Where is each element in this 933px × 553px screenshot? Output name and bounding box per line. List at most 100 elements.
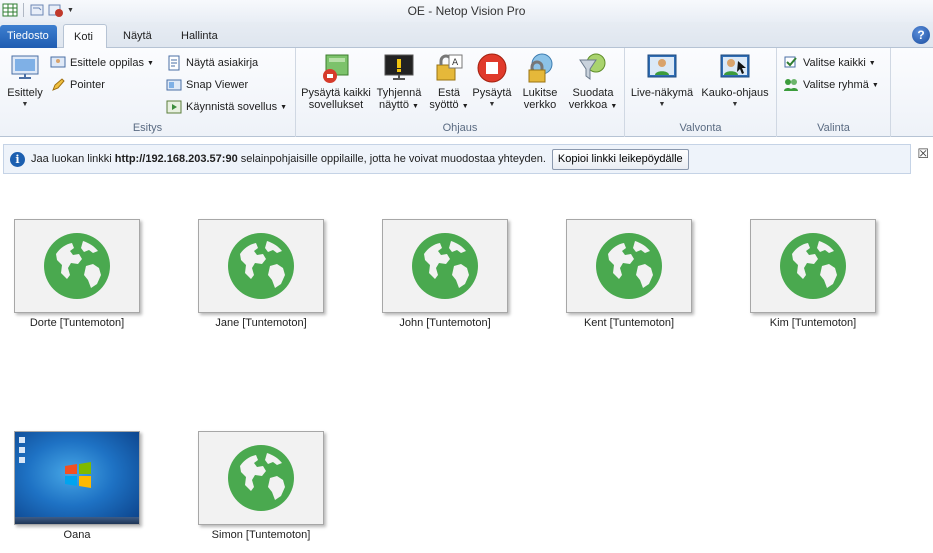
ribbon-tabs: Tiedosto Koti Näytä Hallinta — [0, 22, 933, 49]
chevron-down-icon: ▼ — [658, 101, 666, 108]
tyhjenna-naytto-button[interactable]: Tyhjennä näyttö ▼ — [374, 52, 424, 113]
student-tile[interactable]: Jane [Tuntemoton] — [198, 219, 324, 329]
valitse-kaikki-button[interactable]: Valitse kaikki ▼ — [783, 53, 876, 73]
windows-logo-icon — [65, 462, 91, 488]
student-name: John [Tuntemoton] — [399, 317, 491, 329]
tab-nayta[interactable]: Näytä — [113, 24, 162, 48]
esittele-oppilas-button[interactable]: Esittele oppilas ▼ — [50, 53, 154, 73]
tyhjenna-label-2: näyttö ▼ — [379, 99, 419, 111]
student-thumbnail[interactable] — [198, 219, 324, 313]
student-tile[interactable]: Dorte [Tuntemoton] — [14, 219, 140, 329]
student-tile[interactable]: Kim [Tuntemoton] — [750, 219, 876, 329]
web-filter-icon — [579, 53, 606, 80]
select-all-icon — [784, 56, 797, 68]
live-view-icon — [647, 54, 677, 78]
student-name: Simon [Tuntemoton] — [211, 529, 311, 541]
student-thumbnail[interactable] — [382, 219, 508, 313]
student-name: Kim [Tuntemoton] — [769, 317, 857, 329]
live-label: Live-näkymä — [630, 87, 694, 99]
student-name: Kent [Tuntemoton] — [583, 317, 675, 329]
pysayta-button[interactable]: Pysäytä ▼ — [472, 52, 512, 111]
desktop-shortcut-icon — [19, 437, 25, 443]
student-tile[interactable]: Simon [Tuntemoton] — [198, 431, 324, 541]
copy-link-button[interactable]: Kopioi linkki leikepöydälle — [551, 148, 689, 170]
group-label-ohjaus: Ohjaus — [442, 122, 478, 134]
esittele-oppilas-label: Esittele oppilas — [70, 57, 144, 69]
group-valvonta: Live-näkymä ▼ Kauko-ohjaus ▼ Valvonta — [625, 48, 777, 137]
window-title: OE - Netop Vision Pro — [407, 4, 526, 18]
document-icon — [168, 55, 180, 71]
valitse-ryhma-button[interactable]: Valitse ryhmä ▼ — [783, 75, 879, 95]
desktop-shortcut-icon — [19, 447, 25, 453]
student-thumbnail[interactable] — [198, 431, 324, 525]
pointer-button[interactable]: Pointer — [50, 75, 105, 95]
taskbar — [15, 517, 139, 524]
student-screen-icon — [50, 56, 66, 68]
student-name: Dorte [Tuntemoton] — [29, 317, 125, 329]
group-label-valinta: Valinta — [817, 122, 850, 134]
valitse-ryhma-label: Valitse ryhmä — [803, 79, 869, 91]
valitse-kaikki-label: Valitse kaikki — [803, 57, 866, 69]
nayta-asiakirja-button[interactable]: Näytä asiakirja — [166, 53, 258, 73]
student-name: Jane [Tuntemoton] — [215, 317, 307, 329]
close-infobar-icon[interactable]: ☒ — [917, 146, 929, 162]
group-label-valvonta: Valvonta — [679, 122, 722, 134]
presentation-icon — [11, 55, 39, 79]
globe-icon — [596, 233, 662, 299]
esittely-button[interactable]: Esittely ▼ — [4, 52, 46, 111]
help-icon[interactable]: ? — [912, 26, 930, 44]
pysayta-label: Pysäytä — [472, 87, 512, 99]
live-nakyma-button[interactable]: Live-näkymä ▼ — [629, 52, 695, 111]
student-tile[interactable]: John [Tuntemoton] — [382, 219, 508, 329]
snap-viewer-label: Snap Viewer — [186, 79, 249, 91]
chevron-down-icon: ▼ — [280, 103, 288, 111]
stop-icon — [477, 53, 507, 83]
lukitse-verkko-button[interactable]: Lukitse verkko — [518, 52, 562, 111]
infobar-prefix: Jaa luokan linkki — [31, 153, 115, 165]
class-link-url: http://192.168.203.57:90 — [114, 153, 238, 165]
snap-viewer-icon — [166, 79, 182, 91]
esta-label-1: Estä — [437, 87, 460, 99]
ribbon: Esittely ▼ Esittele oppilas ▼ Pointer Nä… — [0, 48, 933, 137]
tab-koti[interactable]: Koti — [63, 24, 107, 49]
student-thumbnail[interactable] — [750, 219, 876, 313]
esta-syotto-button[interactable]: A Estä syöttö ▼ — [426, 52, 472, 113]
desktop-screenshot — [15, 432, 139, 524]
tab-hallinta[interactable]: Hallinta — [171, 24, 228, 48]
student-thumbnail[interactable] — [14, 431, 140, 525]
student-tile[interactable]: Oana — [14, 431, 140, 541]
suodata-verkkoa-button[interactable]: Suodata verkkoa ▼ — [566, 52, 620, 113]
group-ohjaus: Pysäytä kaikki sovellukset Tyhjennä näyt… — [296, 48, 625, 137]
select-group-icon — [784, 79, 798, 91]
globe-icon — [228, 233, 294, 299]
launch-app-icon — [166, 100, 182, 114]
chevron-down-icon: ▼ — [21, 101, 29, 108]
group-valinta: Valitse kaikki ▼ Valitse ryhmä ▼ Valinta — [777, 48, 891, 137]
tab-tiedosto[interactable]: Tiedosto — [0, 25, 57, 48]
lukitse-label-1: Lukitse — [522, 87, 558, 99]
kauko-ohjaus-button[interactable]: Kauko-ohjaus ▼ — [697, 52, 773, 111]
infobar-suffix: selainpohjaisille oppilaille, jotta he v… — [237, 153, 546, 165]
chevron-down-icon: ▼ — [488, 101, 496, 108]
pysayta-kaikki-label-1: Pysäytä kaikki — [301, 87, 371, 99]
desktop-shortcut-icon — [19, 457, 25, 463]
globe-icon — [780, 233, 846, 299]
kaynnista-sovellus-button[interactable]: Käynnistä sovellus ▼ — [166, 97, 287, 117]
student-thumbnail[interactable] — [14, 219, 140, 313]
student-thumbnail[interactable] — [566, 219, 692, 313]
lukitse-label-2: verkko — [523, 99, 557, 111]
globe-icon — [44, 233, 110, 299]
info-icon: i — [10, 151, 25, 167]
pysayta-kaikki-sovellukset-button[interactable]: Pysäytä kaikki sovellukset — [300, 52, 372, 111]
esta-label-2: syöttö ▼ — [429, 99, 469, 111]
infobar-message: Jaa luokan linkki http://192.168.203.57:… — [31, 153, 546, 165]
chevron-down-icon: ▼ — [871, 81, 879, 89]
student-tile[interactable]: Kent [Tuntemoton] — [566, 219, 692, 329]
tyhjenna-label-1: Tyhjennä — [376, 87, 422, 99]
kauko-label: Kauko-ohjaus — [701, 87, 769, 99]
esittely-label: Esittely — [7, 87, 43, 99]
snap-viewer-button[interactable]: Snap Viewer — [166, 75, 248, 95]
student-name: Oana — [63, 529, 91, 541]
blank-screen-icon — [384, 54, 414, 80]
svg-text:A: A — [452, 58, 459, 68]
